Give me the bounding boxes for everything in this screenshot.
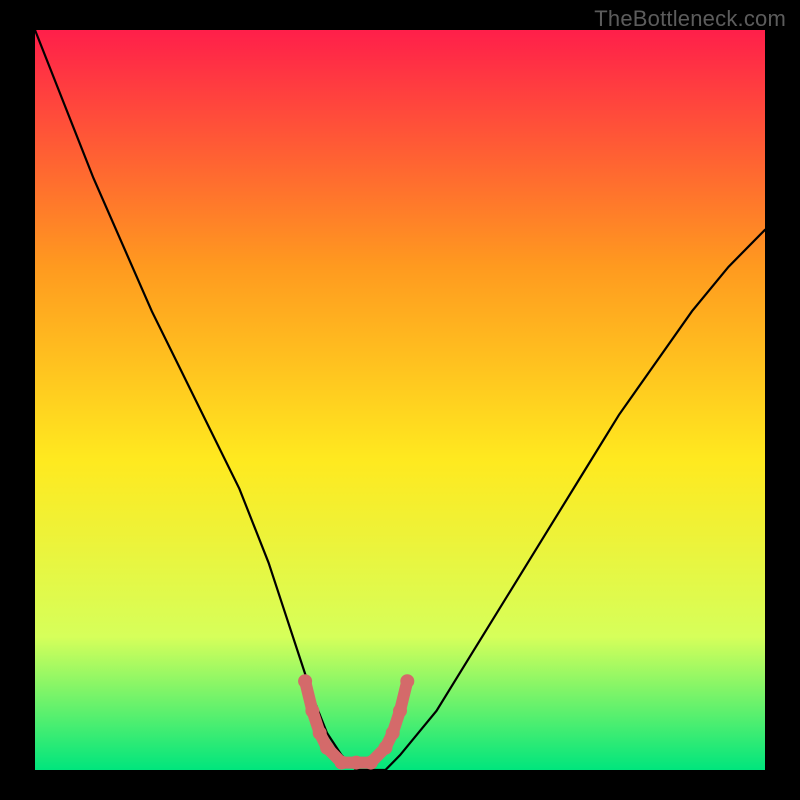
chart-frame: TheBottleneck.com [0, 0, 800, 800]
gradient-background [35, 30, 765, 770]
watermark-text: TheBottleneck.com [594, 6, 786, 32]
optimal-point [320, 741, 334, 755]
optimal-point [364, 756, 378, 770]
optimal-point [298, 674, 312, 688]
optimal-point [305, 704, 319, 718]
optimal-point [386, 726, 400, 740]
optimal-point [393, 704, 407, 718]
optimal-point [349, 756, 363, 770]
bottleneck-chart [0, 0, 800, 800]
optimal-point [378, 741, 392, 755]
optimal-point [313, 726, 327, 740]
optimal-point [400, 674, 414, 688]
optimal-point [335, 756, 349, 770]
